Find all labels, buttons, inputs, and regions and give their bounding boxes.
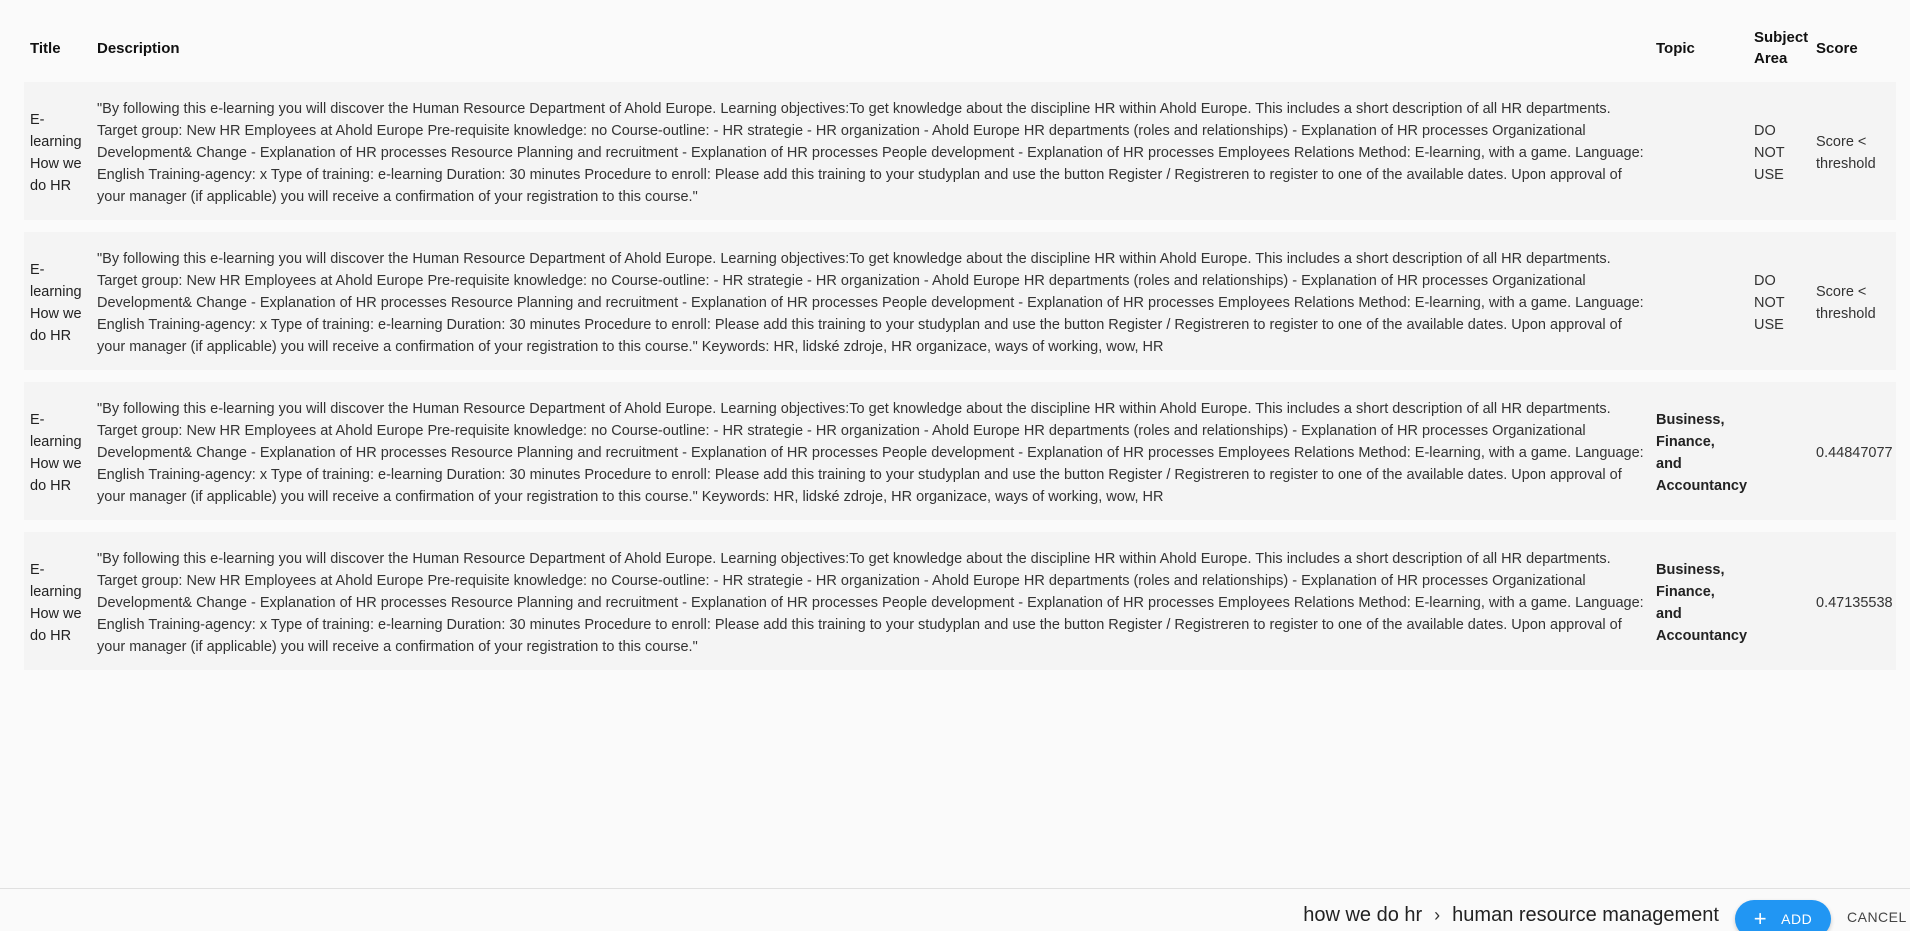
cell-title: E-learning How we do HR (30, 112, 82, 194)
cell-description: "By following this e-learning you will d… (97, 551, 1644, 655)
cell-subject-area: DO NOT USE (1754, 123, 1785, 183)
column-header-description[interactable]: Description (91, 26, 1650, 70)
breadcrumb-item[interactable]: human resource management (1452, 904, 1719, 927)
action-bar: how we do hr › human resource management… (0, 888, 1910, 931)
add-button-label: ADD (1781, 911, 1813, 927)
cell-description: "By following this e-learning you will d… (97, 401, 1644, 505)
cell-score: 0.47135538 (1816, 595, 1893, 611)
table-row[interactable]: E-learning How we do HR "By following th… (24, 532, 1896, 670)
add-button[interactable]: + ADD (1735, 900, 1831, 931)
breadcrumb: how we do hr › human resource management (1303, 904, 1719, 927)
table-row[interactable]: E-learning How we do HR "By following th… (24, 232, 1896, 370)
cell-topic (1650, 232, 1748, 370)
cell-description: "By following this e-learning you will d… (97, 101, 1644, 205)
cell-topic: Business, Finance, and Accountancy (1656, 562, 1748, 644)
table-header-row: Title Description Topic Subject Area Sco… (24, 26, 1896, 70)
cell-subject-area (1748, 532, 1810, 670)
column-header-topic[interactable]: Topic (1650, 26, 1748, 70)
cell-score: Score < threshold (1816, 284, 1876, 322)
column-header-title[interactable]: Title (24, 26, 91, 70)
cell-subject-area: DO NOT USE (1754, 273, 1785, 333)
table-row[interactable]: E-learning How we do HR "By following th… (24, 382, 1896, 520)
results-table-container: Title Description Topic Subject Area Sco… (24, 14, 1896, 682)
results-table: Title Description Topic Subject Area Sco… (24, 14, 1896, 682)
cell-subject-area (1748, 382, 1810, 520)
cell-description: "By following this e-learning you will d… (97, 251, 1644, 355)
cell-title: E-learning How we do HR (30, 262, 82, 344)
cell-score: 0.44847077 (1816, 445, 1893, 461)
column-header-subject-area[interactable]: Subject Area (1748, 26, 1810, 70)
cell-title: E-learning How we do HR (30, 412, 82, 494)
cell-title: E-learning How we do HR (30, 562, 82, 644)
column-header-score[interactable]: Score (1810, 26, 1896, 70)
cell-topic: Business, Finance, and Accountancy (1656, 412, 1748, 494)
page: Title Description Topic Subject Area Sco… (0, 0, 1910, 931)
cancel-button[interactable]: CANCEL (1847, 909, 1907, 925)
table-row[interactable]: E-learning How we do HR "By following th… (24, 82, 1896, 220)
cell-topic (1650, 82, 1748, 220)
cell-score: Score < threshold (1816, 134, 1876, 172)
chevron-right-icon: › (1434, 905, 1441, 925)
breadcrumb-item[interactable]: how we do hr (1303, 904, 1422, 927)
plus-icon: + (1753, 906, 1768, 931)
